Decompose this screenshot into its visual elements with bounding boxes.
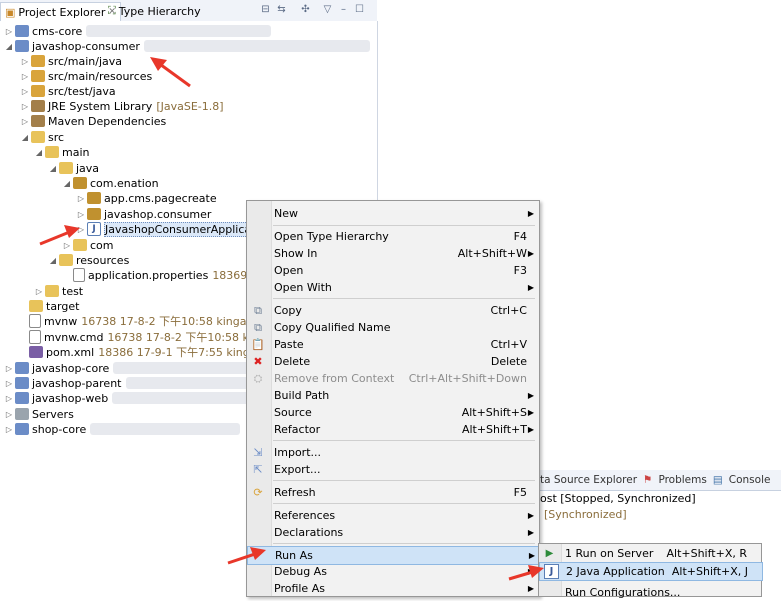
arrow-to-class-file bbox=[39, 225, 80, 246]
arrow-to-run-as bbox=[227, 547, 266, 565]
arrow-to-java-application bbox=[508, 565, 544, 581]
annotation-arrows bbox=[39, 57, 544, 581]
arrow-to-project bbox=[150, 57, 191, 88]
